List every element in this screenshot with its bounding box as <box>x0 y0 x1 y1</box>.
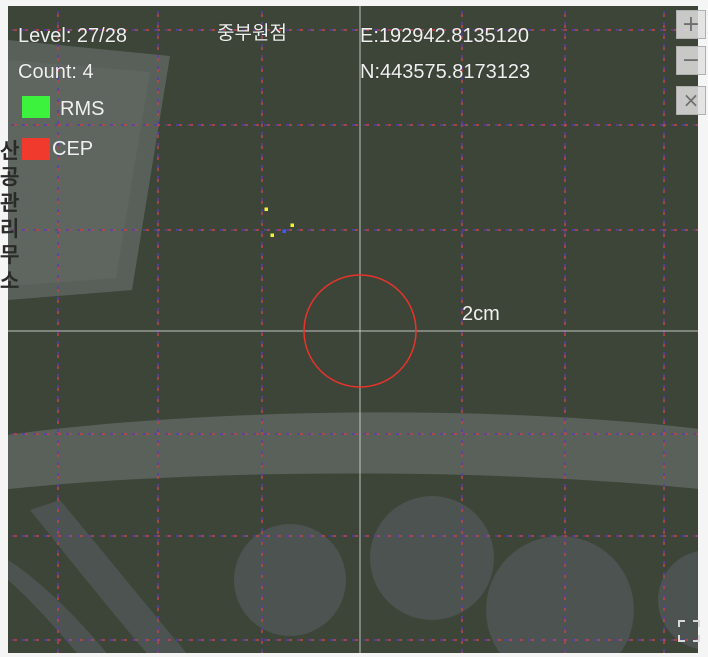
map-view[interactable]: 산공관리무소 Level: 27/28 Count: 4 중부원점 E:1929… <box>0 0 708 657</box>
cep-legend-swatch <box>22 138 50 160</box>
measurement-point <box>264 207 268 211</box>
northing-readout: N:443575.8173123 <box>360 61 531 83</box>
measurement-point <box>282 229 286 233</box>
coordinate-system-label: 중부원점 <box>217 22 287 44</box>
close-button[interactable]: × <box>676 86 706 115</box>
rms-legend-swatch <box>22 96 50 118</box>
zoom-out-button[interactable]: − <box>676 46 706 75</box>
zoom-in-button[interactable]: + <box>676 10 706 39</box>
basemap-place-label: 산공관리무소 <box>0 139 20 293</box>
map-border-top <box>0 0 708 6</box>
cep-legend-label: CEP <box>52 138 94 160</box>
rms-legend-label: RMS <box>60 98 105 120</box>
fullscreen-icon <box>678 620 700 642</box>
measurement-point <box>270 233 274 237</box>
overlay-layer <box>0 0 708 657</box>
scale-circle-label: 2cm <box>462 303 500 325</box>
fullscreen-button[interactable] <box>676 618 702 644</box>
zoom-level-readout: Level: 27/28 <box>18 25 127 47</box>
measurement-point <box>290 223 294 227</box>
map-border-bottom <box>0 653 708 657</box>
easting-readout: E:192942.8135120 <box>360 25 530 47</box>
point-count-readout: Count: 4 <box>18 61 94 83</box>
map-border-left <box>0 0 8 657</box>
